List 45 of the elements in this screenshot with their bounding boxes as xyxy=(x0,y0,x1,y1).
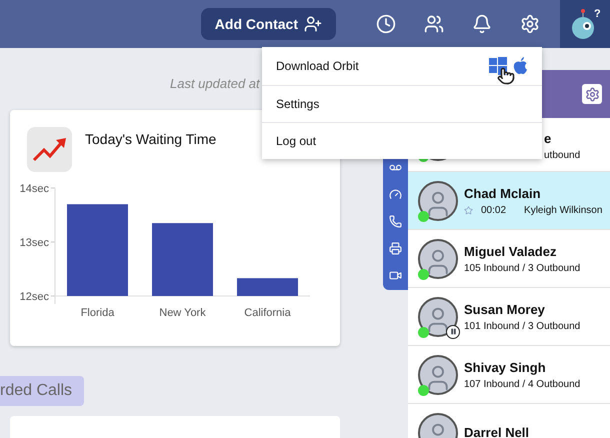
axis-label: New York xyxy=(159,307,206,319)
phone-icon[interactable] xyxy=(389,215,402,228)
trend-up-icon xyxy=(27,127,72,172)
menu-item[interactable]: Settings xyxy=(262,86,542,123)
axis-label: 12sec xyxy=(20,291,49,303)
agent-name: Miguel Valadez xyxy=(464,244,558,258)
call-timer: 00:02 xyxy=(481,204,506,216)
axis-label: California xyxy=(244,307,291,319)
agent-name: Shivay Singh xyxy=(464,360,547,374)
card-title: Today's Waiting Time xyxy=(85,131,216,149)
axis-label: 13sec xyxy=(20,237,49,249)
call-stats: 101 Inbound / 3 Outbound xyxy=(464,320,580,332)
agent-name: Darrel Nell xyxy=(464,425,530,438)
agent-name: Susan Morey xyxy=(464,302,546,316)
settings-icon[interactable] xyxy=(520,14,540,34)
recorded-calls-tab[interactable]: rded Calls xyxy=(0,376,84,406)
add-user-icon xyxy=(304,15,322,33)
menu-item[interactable]: Download Orbit xyxy=(262,47,542,86)
menu-item[interactable]: Log out xyxy=(262,123,542,159)
star-icon xyxy=(464,206,473,214)
users-icon[interactable] xyxy=(424,14,444,34)
bar xyxy=(237,278,298,296)
status-dot xyxy=(418,268,429,280)
status-dot xyxy=(418,384,429,396)
bell-icon[interactable] xyxy=(472,14,492,34)
agent-name: e xyxy=(544,131,552,146)
apple-icon[interactable] xyxy=(513,57,528,75)
printer-icon[interactable] xyxy=(389,242,402,255)
last-updated-text: Last updated at xyxy=(170,76,261,92)
gauge-icon[interactable] xyxy=(389,188,402,201)
call-stats: 105 Inbound / 3 Outbound xyxy=(464,262,580,274)
robot-avatar-button[interactable]: ? xyxy=(560,0,610,48)
status-dot xyxy=(418,326,429,338)
agent-name: Chad Mclain xyxy=(464,186,542,200)
call-stats: utbound xyxy=(544,150,580,161)
call-stats: 107 Inbound / 4 Outbound xyxy=(464,378,580,390)
video-icon[interactable] xyxy=(389,269,402,282)
add-contact-button[interactable]: Add Contact xyxy=(200,8,336,40)
caller-name: Kyleigh Wilkinson xyxy=(524,204,602,216)
settings-icon[interactable] xyxy=(582,84,602,104)
status-dot xyxy=(418,210,429,222)
agent-row[interactable]: Chad Mclain 00:02 Kyleigh Wilkinson xyxy=(408,172,610,230)
axis-label: 14sec xyxy=(20,183,49,195)
hand-pointer-icon xyxy=(497,67,515,85)
axis-label: Florida xyxy=(80,307,114,319)
